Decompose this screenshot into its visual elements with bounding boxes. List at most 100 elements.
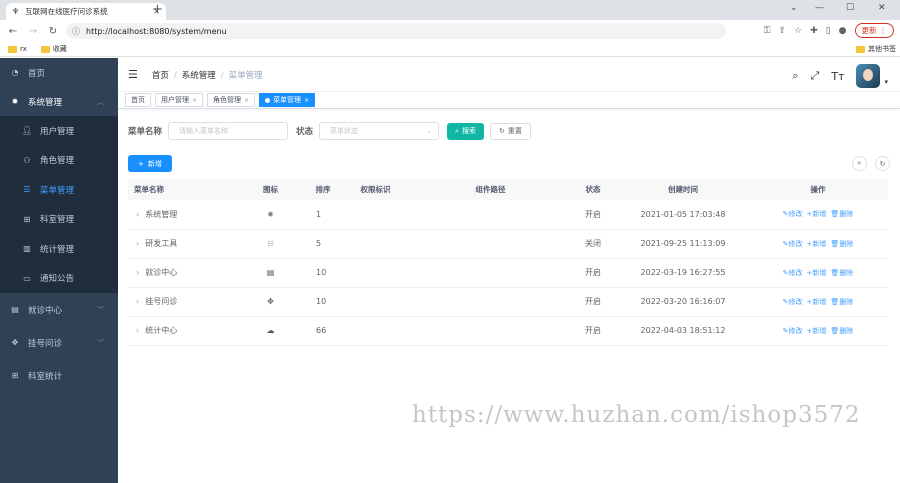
menu-name-input[interactable]: 请输入菜单名称 [168,122,289,140]
reload-icon[interactable]: ↻ [46,26,60,37]
new-tab-icon[interactable]: + [152,2,163,17]
message-icon: ▭ [23,273,31,283]
sidebar-item-home[interactable]: ◔ 首页 [0,58,118,87]
share-icon[interactable]: ⇪ [779,26,787,36]
forward-icon[interactable]: → [26,26,40,37]
sidebar-item-departments[interactable]: ⊞ 科室管理 [0,205,118,235]
add-button[interactable]: + 新增 [128,155,172,172]
url-field[interactable]: ⓘ http://localhost:8080/system/menu [66,23,726,39]
sidebar-item-clinic[interactable]: ▤ 就诊中心 ﹀ [0,293,118,326]
monitor-icon: ▤ [233,258,308,288]
extensions-icon[interactable]: ✚ [810,26,818,36]
close-icon[interactable]: × [244,97,249,104]
status-cell: 关闭 [568,229,618,259]
key-icon[interactable]: ⚿ [764,26,771,36]
sidebar-item-registration[interactable]: ✥ 挂号问诊 ﹀ [0,326,118,359]
close-icon[interactable]: × [192,97,197,104]
caret-down-icon[interactable]: ▾ [884,78,888,86]
tag-home[interactable]: 首页 [125,93,151,107]
add-label: 新增 [812,239,827,248]
fullscreen-icon[interactable]: ⤢ [811,69,820,83]
site-info-icon[interactable]: ⓘ [72,26,80,37]
toggle-search-button[interactable]: ⌕ [852,156,867,171]
sidebar-item-notices[interactable]: ▭ 通知公告 [0,264,118,294]
sidebar-item-users[interactable]: 👤︎ 用户管理 [0,116,118,146]
status-placeholder: 菜单状态 [330,127,359,135]
expand-icon[interactable]: › [136,297,139,306]
edit-label: 修改 [788,326,803,335]
tab-search-icon[interactable]: ⌄ [790,3,798,13]
profile-icon[interactable]: ● [839,26,847,36]
edit-button[interactable]: ✎修改 [783,269,803,277]
table-row[interactable]: › 研发工具 ⊟ 5 关闭 2021-09-25 11:13:09 ✎修改 +新增 🗑… [128,229,888,259]
delete-button[interactable]: 🗑︎删除 [830,327,853,335]
expand-icon[interactable]: › [136,239,139,248]
edit-button[interactable]: ✎修改 [783,298,803,306]
close-window-icon[interactable]: ✕ [878,3,886,13]
search-button[interactable]: ⌕ 搜索 [447,122,484,140]
add-child-button[interactable]: +新增 [807,298,827,306]
tag-menus[interactable]: 菜单管理 × [259,93,316,107]
table-row[interactable]: › 挂号问诊 ✥ 10 开启 2022-03-20 16:16:07 ✎修改 +新增… [128,287,888,317]
path-cell [413,316,568,346]
add-child-button[interactable]: +新增 [807,327,827,335]
tag-label: 菜单管理 [273,96,302,104]
edit-button[interactable]: ✎修改 [783,210,803,218]
star-icon[interactable]: ☆ [794,26,802,36]
sidebar-item-dept-stats[interactable]: ⊞ 科室统计 [0,359,118,392]
add-child-button[interactable]: +新增 [807,240,827,248]
expand-icon[interactable]: › [136,268,139,277]
puzzle-icon: ✥ [11,338,19,347]
close-icon[interactable]: × [304,97,309,104]
table-row[interactable]: › 系统管理 ✹ 1 开启 2021-01-05 17:03:48 ✎修改 +新增 🗑… [128,200,888,230]
status-select[interactable]: 菜单状态 ⌄ [319,122,440,140]
active-dot-icon [265,97,271,103]
minimize-icon[interactable]: — [815,3,824,13]
table-row[interactable]: › 就诊中心 ▤ 10 开启 2022-03-19 16:27:55 ✎修改 +新增… [128,258,888,288]
refresh-button[interactable]: ↻ [875,156,890,171]
edit-button[interactable]: ✎修改 [783,327,803,335]
add-child-button[interactable]: +新增 [807,269,827,277]
delete-button[interactable]: 🗑︎删除 [830,210,853,218]
browser-tab-title: 互联网在线医疗问诊系统 [25,7,108,16]
reset-button[interactable]: ↻ 重置 [489,122,531,140]
table-row[interactable]: › 统计中心 ☁ 66 开启 2022-04-03 18:51:12 ✎修改 +新增… [128,316,888,346]
update-button[interactable]: 更新 ⋮ [854,23,894,38]
side-panel-icon[interactable]: ▯ [826,26,831,36]
avatar[interactable] [856,64,881,88]
font-size-icon[interactable]: Tт [831,70,844,83]
sidebar-item-roles[interactable]: ⚇ 角色管理 [0,146,118,176]
other-bookmarks[interactable]: 其他书签 [856,44,896,54]
tag-users[interactable]: 用户管理 × [155,93,204,107]
path-cell [413,200,568,230]
menu-name: 挂号问诊 [145,297,178,306]
sidebar-item-menus[interactable]: ☰ 菜单管理 [0,175,118,205]
sidebar-item-statistics[interactable]: ▥ 统计管理 [0,234,118,264]
hamburger-icon[interactable]: ☰ [128,68,138,81]
edit-button[interactable]: ✎修改 [783,240,803,248]
bookmark-rx[interactable]: rx [8,45,27,53]
search-form: 菜单名称 请输入菜单名称 状态 菜单状态 ⌄ ⌕ 搜索 ↻ 重置 [128,122,531,140]
menu-name: 系统管理 [145,209,178,219]
status-label: 状态 [296,127,314,137]
expand-icon[interactable]: › [136,210,139,219]
back-icon[interactable]: ← [6,26,20,37]
expand-icon[interactable]: › [136,326,139,335]
refresh-icon: ↻ [498,127,505,135]
reset-button-label: 重置 [507,127,522,135]
search-icon[interactable]: ⌕ [792,69,798,83]
sidebar-item-label: 菜单管理 [40,185,75,196]
time-cell: 2021-01-05 17:03:48 [618,200,748,230]
browser-tab[interactable]: ♆ 互联网在线医疗问诊系统 ✕ [6,3,166,20]
bookmark-favorites[interactable]: 收藏 [40,44,67,54]
add-child-button[interactable]: +新增 [807,210,827,218]
tag-roles[interactable]: 角色管理 × [207,93,256,107]
delete-button[interactable]: 🗑︎删除 [830,240,853,248]
delete-button[interactable]: 🗑︎删除 [830,269,853,277]
sidebar-item-label: 首页 [28,68,46,79]
sidebar-item-system[interactable]: ✹ 系统管理 ︿ [0,87,118,116]
maximize-icon[interactable]: ☐ [846,3,854,13]
breadcrumb-home[interactable]: 首页 [152,71,169,81]
chevron-down-icon: ⌄ [426,127,433,135]
delete-button[interactable]: 🗑︎删除 [830,298,853,306]
